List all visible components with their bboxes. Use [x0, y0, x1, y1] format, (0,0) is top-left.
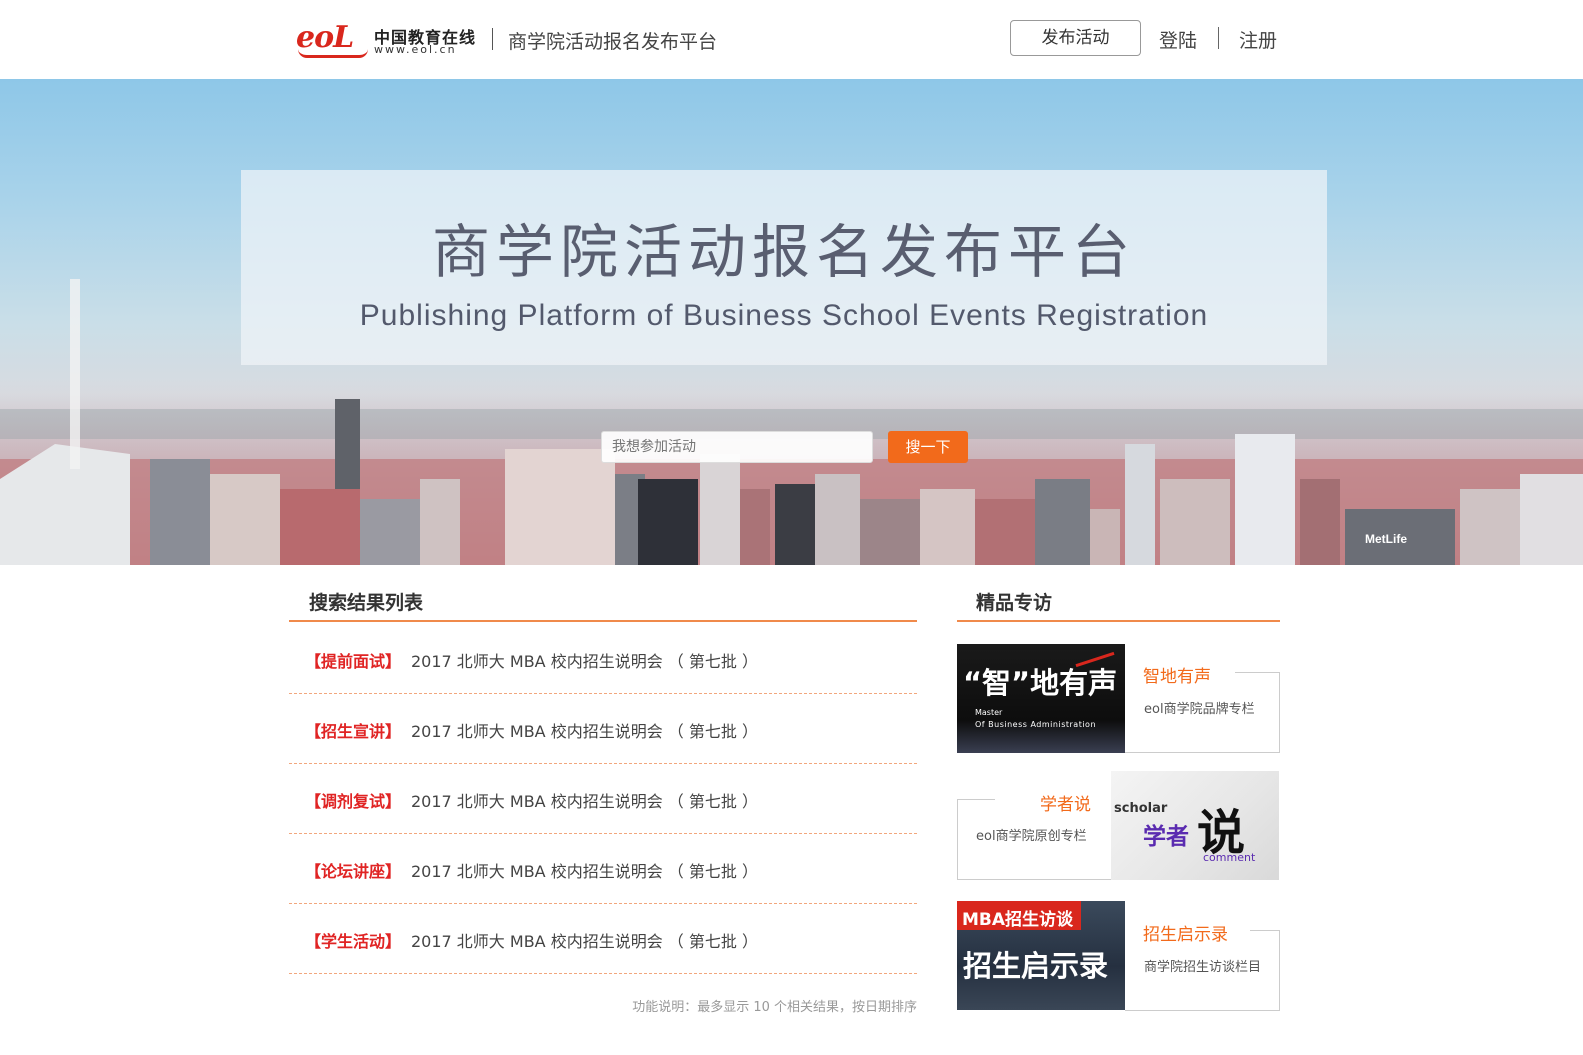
- logo-url: www.eol.cn: [374, 43, 457, 56]
- event-tag: 【学生活动】: [305, 932, 402, 951]
- card-description: 商学院招生访谈栏目: [1144, 960, 1262, 975]
- zhidi-youshen-image[interactable]: “智”地有声 Master Of Business Administration: [957, 644, 1125, 753]
- header-divider: [492, 28, 493, 50]
- list-item[interactable]: 【招生宣讲】 2017 北师大 MBA 校内招生说明会 （ 第七批 ）: [289, 693, 917, 764]
- site-title: 商学院活动报名发布平台: [508, 31, 718, 53]
- hero-banner: MetLife 商学院活动报名发布平台 Publishing Platform …: [0, 79, 1583, 565]
- card-box-top-line: [1250, 930, 1280, 931]
- card-box-top-line: [1235, 672, 1280, 673]
- image-main-text: “智”地有声: [963, 666, 1118, 700]
- logo-swoosh: [298, 49, 368, 58]
- image-sub-text-2: Of Business Administration: [975, 720, 1097, 729]
- results-heading: 搜索结果列表: [309, 592, 424, 614]
- list-item[interactable]: 【调剂复试】 2017 北师大 MBA 校内招生说明会 （ 第七批 ）: [289, 763, 917, 834]
- top-header: eoL 中国教育在线 www.eol.cn 商学院活动报名发布平台 发布活动 登…: [0, 0, 1583, 80]
- scholar-image[interactable]: scholar 学者 说 comment: [1111, 771, 1279, 880]
- event-tag: 【提前面试】: [305, 652, 402, 671]
- card-title[interactable]: 学者说: [1040, 790, 1091, 815]
- image-comment-text: comment: [1203, 851, 1256, 864]
- image-label-text: MBA招生访谈: [962, 910, 1074, 930]
- event-title[interactable]: 2017 北师大 MBA 校内招生说明会 （ 第七批 ）: [411, 718, 758, 742]
- eol-logo[interactable]: eoL 中国教育在线 www.eol.cn: [296, 20, 476, 62]
- image-scholar-text: scholar: [1114, 801, 1168, 816]
- card-description: eol商学院原创专栏: [976, 829, 1087, 844]
- event-title[interactable]: 2017 北师大 MBA 校内招生说明会 （ 第七批 ）: [411, 648, 758, 672]
- event-tag: 【论坛讲座】: [305, 862, 402, 881]
- featured-heading-rule: [957, 620, 1280, 622]
- login-link[interactable]: 登陆: [1159, 26, 1197, 53]
- zhaosheng-qishilu-image[interactable]: MBA招生访谈 招生启示录: [957, 901, 1125, 1010]
- card-box-top-line: [957, 799, 995, 800]
- publish-event-button[interactable]: 发布活动: [1010, 20, 1141, 56]
- card-title[interactable]: 智地有声: [1143, 662, 1211, 687]
- banner-title-panel: 商学院活动报名发布平台 Publishing Platform of Busin…: [241, 170, 1327, 365]
- banner-subtitle: Publishing Platform of Business School E…: [359, 299, 1209, 332]
- list-item[interactable]: 【提前面试】 2017 北师大 MBA 校内招生说明会 （ 第七批 ）: [289, 623, 917, 694]
- list-item[interactable]: 【学生活动】 2017 北师大 MBA 校内招生说明会 （ 第七批 ）: [289, 903, 917, 974]
- function-note: 功能说明：最多显示 10 个相关结果，按日期排序: [632, 1000, 917, 1015]
- search-button[interactable]: 搜一下: [888, 431, 968, 463]
- event-title[interactable]: 2017 北师大 MBA 校内招生说明会 （ 第七批 ）: [411, 858, 758, 882]
- nav-divider: [1218, 27, 1219, 49]
- register-link[interactable]: 注册: [1239, 26, 1277, 53]
- event-tag: 【调剂复试】: [305, 792, 402, 811]
- image-main-text: 学者: [1143, 824, 1189, 850]
- list-item[interactable]: 【论坛讲座】 2017 北师大 MBA 校内招生说明会 （ 第七批 ）: [289, 833, 917, 904]
- results-heading-rule: [289, 620, 917, 622]
- image-sub-text-1: Master: [975, 708, 1003, 717]
- activity-search-input[interactable]: [601, 431, 873, 463]
- featured-heading: 精品专访: [976, 592, 1053, 614]
- event-title[interactable]: 2017 北师大 MBA 校内招生说明会 （ 第七批 ）: [411, 788, 758, 812]
- card-description: eol商学院品牌专栏: [1144, 702, 1255, 717]
- card-title[interactable]: 招生启示录: [1143, 920, 1228, 945]
- event-tag: 【招生宣讲】: [305, 722, 402, 741]
- banner-title: 商学院活动报名发布平台: [431, 218, 1136, 286]
- svg-text:MetLife: MetLife: [1365, 532, 1407, 546]
- image-main-text: 招生启示录: [963, 949, 1109, 983]
- event-title[interactable]: 2017 北师大 MBA 校内招生说明会 （ 第七批 ）: [411, 928, 758, 952]
